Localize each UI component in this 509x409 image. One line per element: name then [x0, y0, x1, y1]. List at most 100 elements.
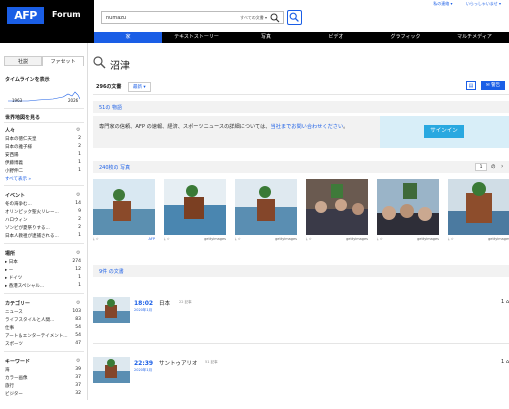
facet-person[interactable]: 日本の徳仁天皇 2	[5, 136, 81, 142]
download-icon[interactable]: ⤓ ☆	[448, 237, 454, 241]
search-icon	[93, 56, 106, 69]
story-thumbnail[interactable]	[93, 297, 130, 323]
photo-card[interactable]: ⤓ ☆ gettyimages	[164, 179, 226, 247]
facet-place[interactable]: ▸ 香港スペシャル... 1	[5, 283, 81, 289]
facet-event[interactable]: オリンピック聖火リレー... 9	[5, 209, 81, 215]
search-icon[interactable]	[270, 13, 280, 23]
facet-person[interactable]: 日本の雅子様 2	[5, 144, 81, 150]
search-plus-icon	[289, 12, 299, 22]
logo[interactable]: AFP Forum	[0, 0, 94, 32]
advanced-search-button[interactable]	[287, 10, 302, 25]
nav-multimedia[interactable]: マルチメディア	[440, 32, 509, 43]
tab-editorial[interactable]: 社説	[4, 56, 42, 66]
welcome-link[interactable]: いらっしゃいませ ▾	[466, 1, 501, 6]
sort-select[interactable]: 最新 ▾	[128, 82, 151, 92]
gear-icon[interactable]: ⚙	[76, 250, 80, 256]
keywords-title: キーワード	[5, 359, 31, 365]
photo-thumbnail[interactable]	[235, 179, 297, 235]
photo-card[interactable]: ⤓ ☆ gettyimages	[306, 179, 368, 247]
story-item[interactable]: 18:02 2020年1月 日本 22 記事 1 ⌂	[93, 297, 509, 349]
story-thumbnail[interactable]	[93, 357, 130, 383]
story-item[interactable]: 22:39 2020年1月 サントゥアリオ 51 記事 1 ⌂	[93, 357, 509, 409]
download-icon[interactable]: ⤓ ☆	[377, 237, 383, 241]
search-input[interactable]: numazu すべての文書 ▾	[101, 11, 284, 24]
photo-footer: ⤓ ☆ AFP	[93, 237, 155, 241]
afp-logo: AFP	[7, 7, 44, 24]
facet-category[interactable]: アート＆エンターテイメント... 54	[5, 333, 81, 339]
story-sub: 51 記事	[205, 360, 218, 364]
nav-video[interactable]: ビデオ	[301, 32, 371, 43]
gear-icon[interactable]: ⚙	[76, 300, 80, 306]
divider	[4, 122, 84, 123]
photo-card[interactable]: ⤓ ☆ gettyimages	[235, 179, 297, 247]
gear-icon[interactable]: ⚙	[76, 358, 80, 364]
facet-person[interactable]: 伊藤博義 1	[5, 160, 81, 166]
facet-event[interactable]: ハロウィン 2	[5, 217, 81, 223]
facet-category[interactable]: スポーツ 47	[5, 341, 81, 347]
story-sub: 22 記事	[179, 300, 192, 304]
search-query[interactable]: numazu	[106, 15, 126, 21]
facet-event[interactable]: 日本人教祖が逮捕される... 1	[5, 233, 81, 239]
facet-keyword[interactable]: 旅行 37	[5, 383, 81, 389]
gear-icon[interactable]: ⚙	[76, 192, 80, 198]
my-contacts-link[interactable]: 私の連絡 ▾	[433, 1, 452, 6]
tab-facets[interactable]: ファセット	[42, 56, 84, 66]
download-icon[interactable]: ⤓ ☆	[164, 237, 170, 241]
download-icon[interactable]: ⤓ ☆	[306, 237, 312, 241]
download-icon[interactable]: ⤓ ☆	[93, 237, 99, 241]
story-time: 22:39	[134, 360, 154, 367]
nav-home[interactable]: 家	[94, 32, 162, 43]
photo-card[interactable]: ⤓ ☆ gettyimages	[448, 179, 509, 247]
search-scope-select[interactable]: すべての文書 ▾	[240, 15, 267, 21]
facet-place[interactable]: ▸ ー 12	[5, 267, 81, 273]
gear-icon[interactable]: ⚙	[76, 127, 80, 133]
story-title[interactable]: サントゥアリオ	[159, 359, 198, 367]
photos-bar: 240枚の 写真 1 の ›	[93, 161, 509, 173]
world-map-link[interactable]: 世界地図を見る	[5, 114, 40, 121]
stories-tab[interactable]: 51の 物語	[99, 104, 122, 111]
photo-thumbnail[interactable]	[306, 179, 368, 235]
next-page-icon[interactable]: ›	[501, 163, 503, 170]
show-all-link[interactable]: すべて表示 »	[5, 176, 31, 182]
page-of: の	[491, 165, 496, 170]
facet-place[interactable]: ▸ ドイツ 1	[5, 275, 81, 281]
photo-thumbnail[interactable]	[448, 179, 509, 235]
facet-place[interactable]: ▸ 日本 274	[5, 259, 81, 265]
nav-text-stories[interactable]: テキストストーリー	[162, 32, 231, 43]
nav-photos[interactable]: 写真	[231, 32, 301, 43]
photo-thumbnail[interactable]	[164, 179, 226, 235]
documents-tab[interactable]: 9件 の文書	[99, 268, 124, 275]
contact-link[interactable]: 当社までお問い合わせください	[271, 124, 344, 130]
story-time: 18:02	[134, 300, 154, 307]
photos-tab[interactable]: 240枚の 写真	[99, 164, 130, 171]
facet-person[interactable]: 安西陽 1	[5, 152, 81, 158]
photo-footer: ⤓ ☆ gettyimages	[377, 237, 439, 241]
signin-button[interactable]: サインイン	[424, 125, 464, 138]
facet-category[interactable]: ニュース 103	[5, 309, 81, 315]
download-icon[interactable]: ⤓ ☆	[235, 237, 241, 241]
people-title: 人々	[5, 128, 16, 134]
save-icon[interactable]: ▤	[466, 81, 476, 90]
photo-card[interactable]: ⤓ ☆ AFP	[93, 179, 155, 247]
facet-category[interactable]: 仕事 54	[5, 325, 81, 331]
timeline-title[interactable]: タイムラインを表示	[5, 76, 50, 83]
photo-thumbnail[interactable]	[93, 179, 155, 235]
nav-graphics[interactable]: グラフィック	[371, 32, 440, 43]
story-title[interactable]: 日本	[159, 299, 170, 307]
sidebar-tabs: 社説 ファセット	[4, 56, 84, 66]
user-links: 私の連絡 ▾ いらっしゃいませ ▾	[421, 1, 501, 7]
facet-keyword[interactable]: カラー画像 37	[5, 375, 81, 381]
stories-bar: 51の 物語	[93, 101, 509, 113]
facet-person[interactable]: 小野伸二 1	[5, 168, 81, 174]
alert-button[interactable]: ✉ 警告	[481, 81, 505, 90]
facet-category[interactable]: ライフスタイルと人間... 83	[5, 317, 81, 323]
facet-keyword[interactable]: 海 39	[5, 367, 81, 373]
page-input[interactable]: 1	[475, 163, 487, 171]
facet-keyword[interactable]: ビジター 32	[5, 391, 81, 397]
facet-event[interactable]: 冬の海争む... 14	[5, 201, 81, 207]
facet-event[interactable]: ゾンビが夏祭りする... 2	[5, 225, 81, 231]
photo-card[interactable]: ⤓ ☆ gettyimages	[377, 179, 439, 247]
forum-label: Forum	[52, 10, 81, 19]
photo-thumbnail[interactable]	[377, 179, 439, 235]
sidebar: 社説 ファセット タイムラインを表示 1963 2026 世界地図を見る 人々 …	[0, 43, 88, 400]
